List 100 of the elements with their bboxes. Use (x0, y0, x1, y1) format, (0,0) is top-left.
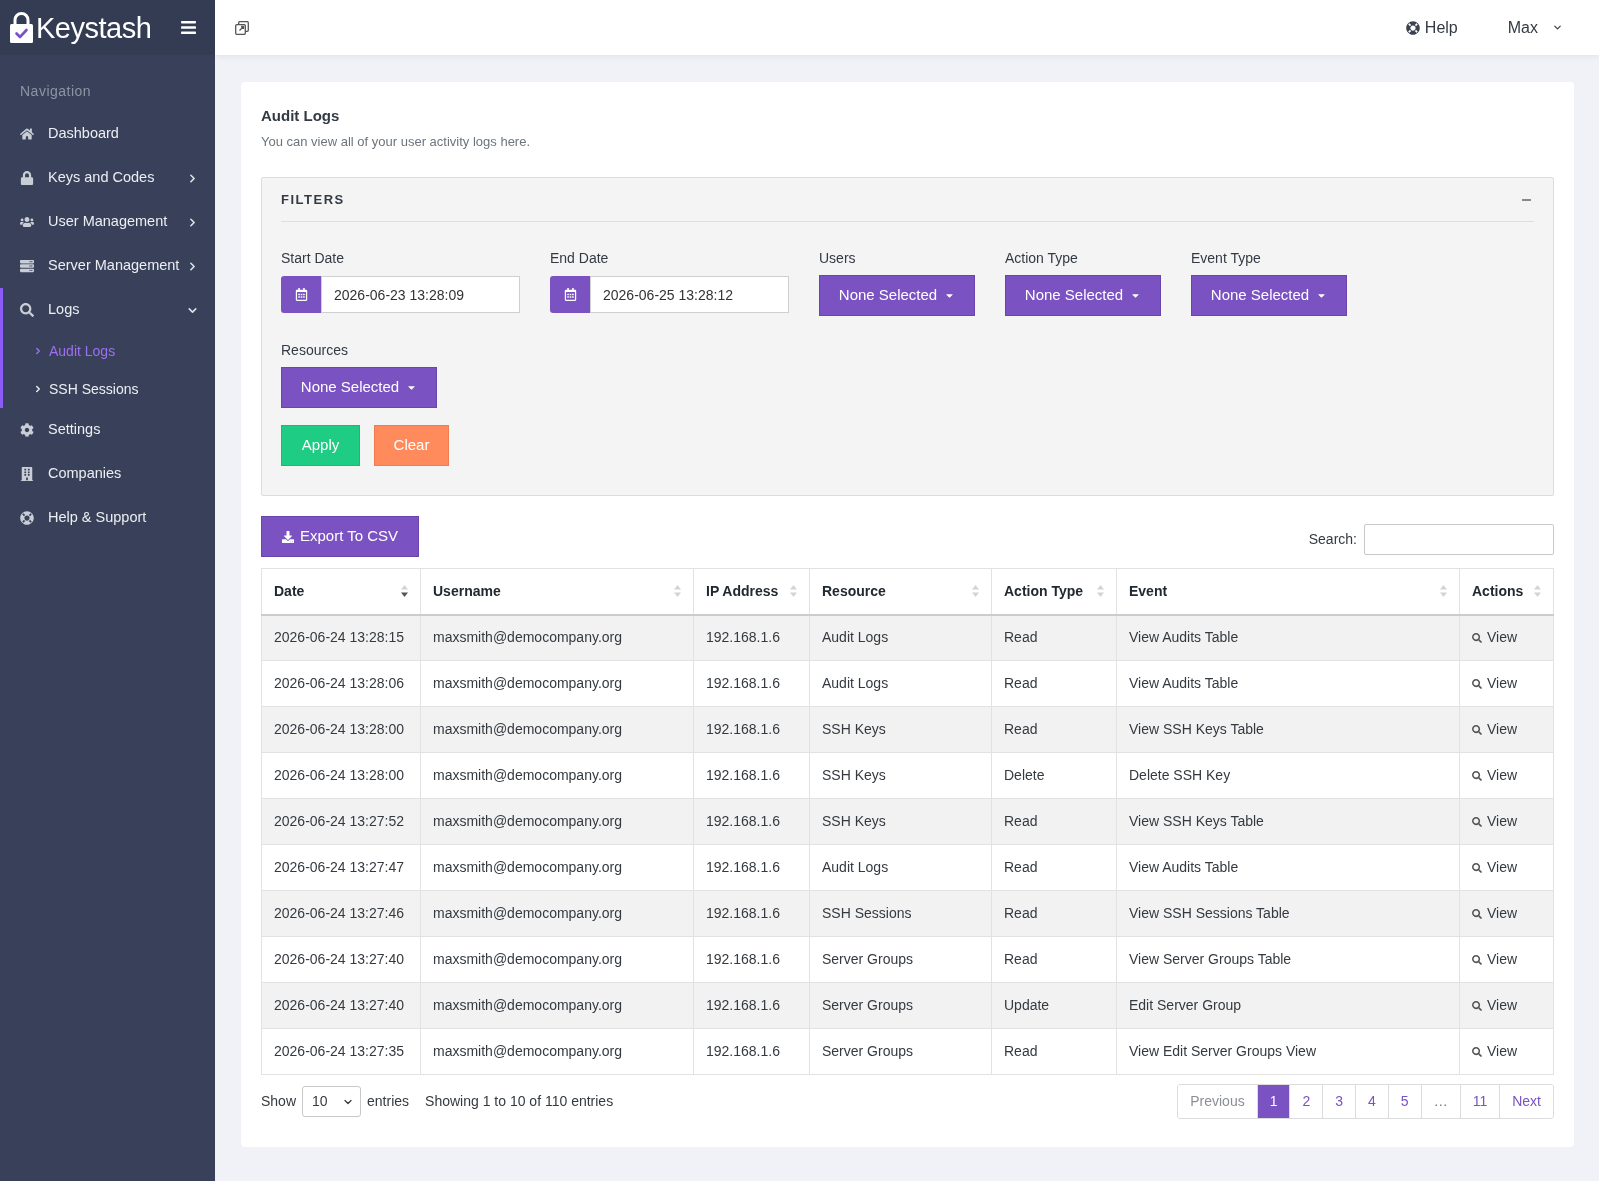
table-cell: 192.168.1.6 (693, 890, 810, 937)
table-cell: 2026-06-24 13:27:47 (261, 844, 421, 891)
date-field[interactable]: 2026-06-23 13:28:09 (321, 276, 520, 313)
table-cell: maxsmith@democompany.org (420, 936, 694, 983)
lifebuoy-icon (1405, 20, 1420, 35)
table-cell: Server Groups (809, 982, 992, 1029)
nav-item[interactable]: Companies (0, 452, 215, 496)
column-header[interactable]: Event (1129, 580, 1168, 602)
magnifier-icon (1472, 632, 1482, 643)
chevron-right-icon (33, 346, 43, 356)
table-cell: 192.168.1.6 (693, 706, 810, 753)
magnifier-icon (1472, 770, 1482, 781)
table-cell: Audit Logs (809, 660, 992, 707)
table-cell: View SSH Keys Table (1116, 706, 1460, 753)
dropdown-button[interactable]: None Selected (281, 367, 437, 408)
column-header[interactable]: Date (274, 580, 305, 602)
table-cell: View SSH Keys Table (1116, 798, 1460, 845)
table-cell: 2026-06-24 13:28:00 (261, 706, 421, 753)
nav-item[interactable]: User Management (0, 200, 215, 244)
next-button[interactable]: Next (1499, 1085, 1553, 1118)
nav-item[interactable]: Server Management (0, 244, 215, 288)
entries-label: entries (367, 1092, 410, 1111)
table-cell: Update (991, 982, 1117, 1029)
table-cell: View Audits Table (1116, 614, 1460, 661)
table-cell: 2026-06-24 13:28:15 (261, 614, 421, 661)
nav-subitem[interactable]: SSH Sessions (0, 370, 215, 408)
search-field[interactable] (1364, 524, 1554, 555)
table-cell: 2026-06-24 13:27:40 (261, 936, 421, 983)
dropdown-button[interactable]: None Selected (819, 275, 975, 316)
table-cell: Audit Logs (809, 614, 992, 661)
show-label: Show (261, 1092, 297, 1111)
date-field[interactable]: 2026-06-25 13:28:12 (590, 276, 789, 313)
download-icon (282, 530, 294, 543)
lifebuoy-icon (20, 511, 34, 525)
page-subtitle: You can view all of your user activity logs here. (261, 134, 532, 150)
table-cell: Audit Logs (809, 844, 992, 891)
table-cell: 2026-06-24 13:28:06 (261, 660, 421, 707)
help-link[interactable]: Help (1405, 15, 1458, 40)
table-cell: 2026-06-24 13:27:52 (261, 798, 421, 845)
nav-item[interactable]: Keys and Codes (0, 156, 215, 200)
lock-icon (20, 171, 34, 185)
table-cell: maxsmith@democompany.org (420, 982, 694, 1029)
table-cell: 2026-06-24 13:27:40 (261, 982, 421, 1029)
user-menu[interactable]: Max (1507, 15, 1563, 40)
table-cell: 192.168.1.6 (693, 844, 810, 891)
magnifier-icon (1472, 908, 1482, 919)
table-cell: View SSH Sessions Table (1116, 890, 1460, 937)
magnifier-icon (1472, 862, 1482, 873)
page-button[interactable]: 1 (1256, 1085, 1290, 1118)
dropdown-button[interactable]: None Selected (1191, 275, 1347, 316)
column-header[interactable]: Username (433, 580, 501, 602)
popout-icon[interactable] (235, 20, 249, 35)
table-cell: 2026-06-24 13:27:35 (261, 1028, 421, 1075)
table-cell: 192.168.1.6 (693, 982, 810, 1029)
table-cell: 192.168.1.6 (693, 798, 810, 845)
table-cell: 192.168.1.6 (693, 660, 810, 707)
table-cell: Read (991, 614, 1117, 661)
page-size-select[interactable]: 10 (302, 1086, 362, 1117)
nav-item[interactable]: Logs (0, 288, 215, 332)
table-cell: Edit Server Group (1116, 982, 1460, 1029)
table-cell: maxsmith@democompany.org (420, 844, 694, 891)
table-cell: Read (991, 706, 1117, 753)
page-title: Audit Logs (261, 106, 341, 126)
table-cell: Server Groups (809, 936, 992, 983)
table-cell: 2026-06-24 13:28:00 (261, 752, 421, 799)
export-button[interactable]: Export To CSV (261, 516, 420, 557)
field-label: Event Type (1191, 249, 1262, 267)
table-cell: SSH Keys (809, 798, 992, 845)
minus-icon[interactable] (1522, 198, 1531, 201)
nav-item[interactable]: Dashboard (0, 112, 215, 156)
field-label: Users (819, 249, 857, 267)
menu-icon[interactable] (180, 19, 197, 36)
magnifier-icon (1472, 724, 1482, 735)
table-cell: maxsmith@democompany.org (420, 1028, 694, 1075)
server-icon (20, 259, 34, 273)
nav-item[interactable]: Help & Support (0, 496, 215, 540)
calendar-icon[interactable] (550, 276, 590, 313)
table-cell: View Audits Table (1116, 844, 1460, 891)
table-cell: maxsmith@democompany.org (420, 614, 694, 661)
nav-heading: Navigation (20, 81, 92, 101)
magnifier-icon (1472, 678, 1482, 689)
table-cell: View Server Groups Table (1116, 936, 1460, 983)
column-header[interactable]: Resource (822, 580, 886, 602)
users-icon (20, 215, 34, 229)
table-cell: Server Groups (809, 1028, 992, 1075)
table-cell: 192.168.1.6 (693, 1028, 810, 1075)
dropdown-button[interactable]: None Selected (1005, 275, 1161, 316)
magnifier-icon (1472, 816, 1482, 827)
table-cell: Read (991, 844, 1117, 891)
panel-title: FILTERS (281, 190, 345, 209)
table-cell: 192.168.1.6 (693, 752, 810, 799)
field-label: Action Type (1005, 249, 1079, 267)
magnifier-icon (20, 303, 34, 317)
home-icon (20, 127, 34, 141)
nav-item[interactable]: Settings (0, 408, 215, 452)
table-cell: Read (991, 936, 1117, 983)
table-cell: View Audits Table (1116, 660, 1460, 707)
calendar-icon[interactable] (281, 276, 321, 313)
table-cell: maxsmith@democompany.org (420, 752, 694, 799)
magnifier-icon (1472, 1046, 1482, 1057)
